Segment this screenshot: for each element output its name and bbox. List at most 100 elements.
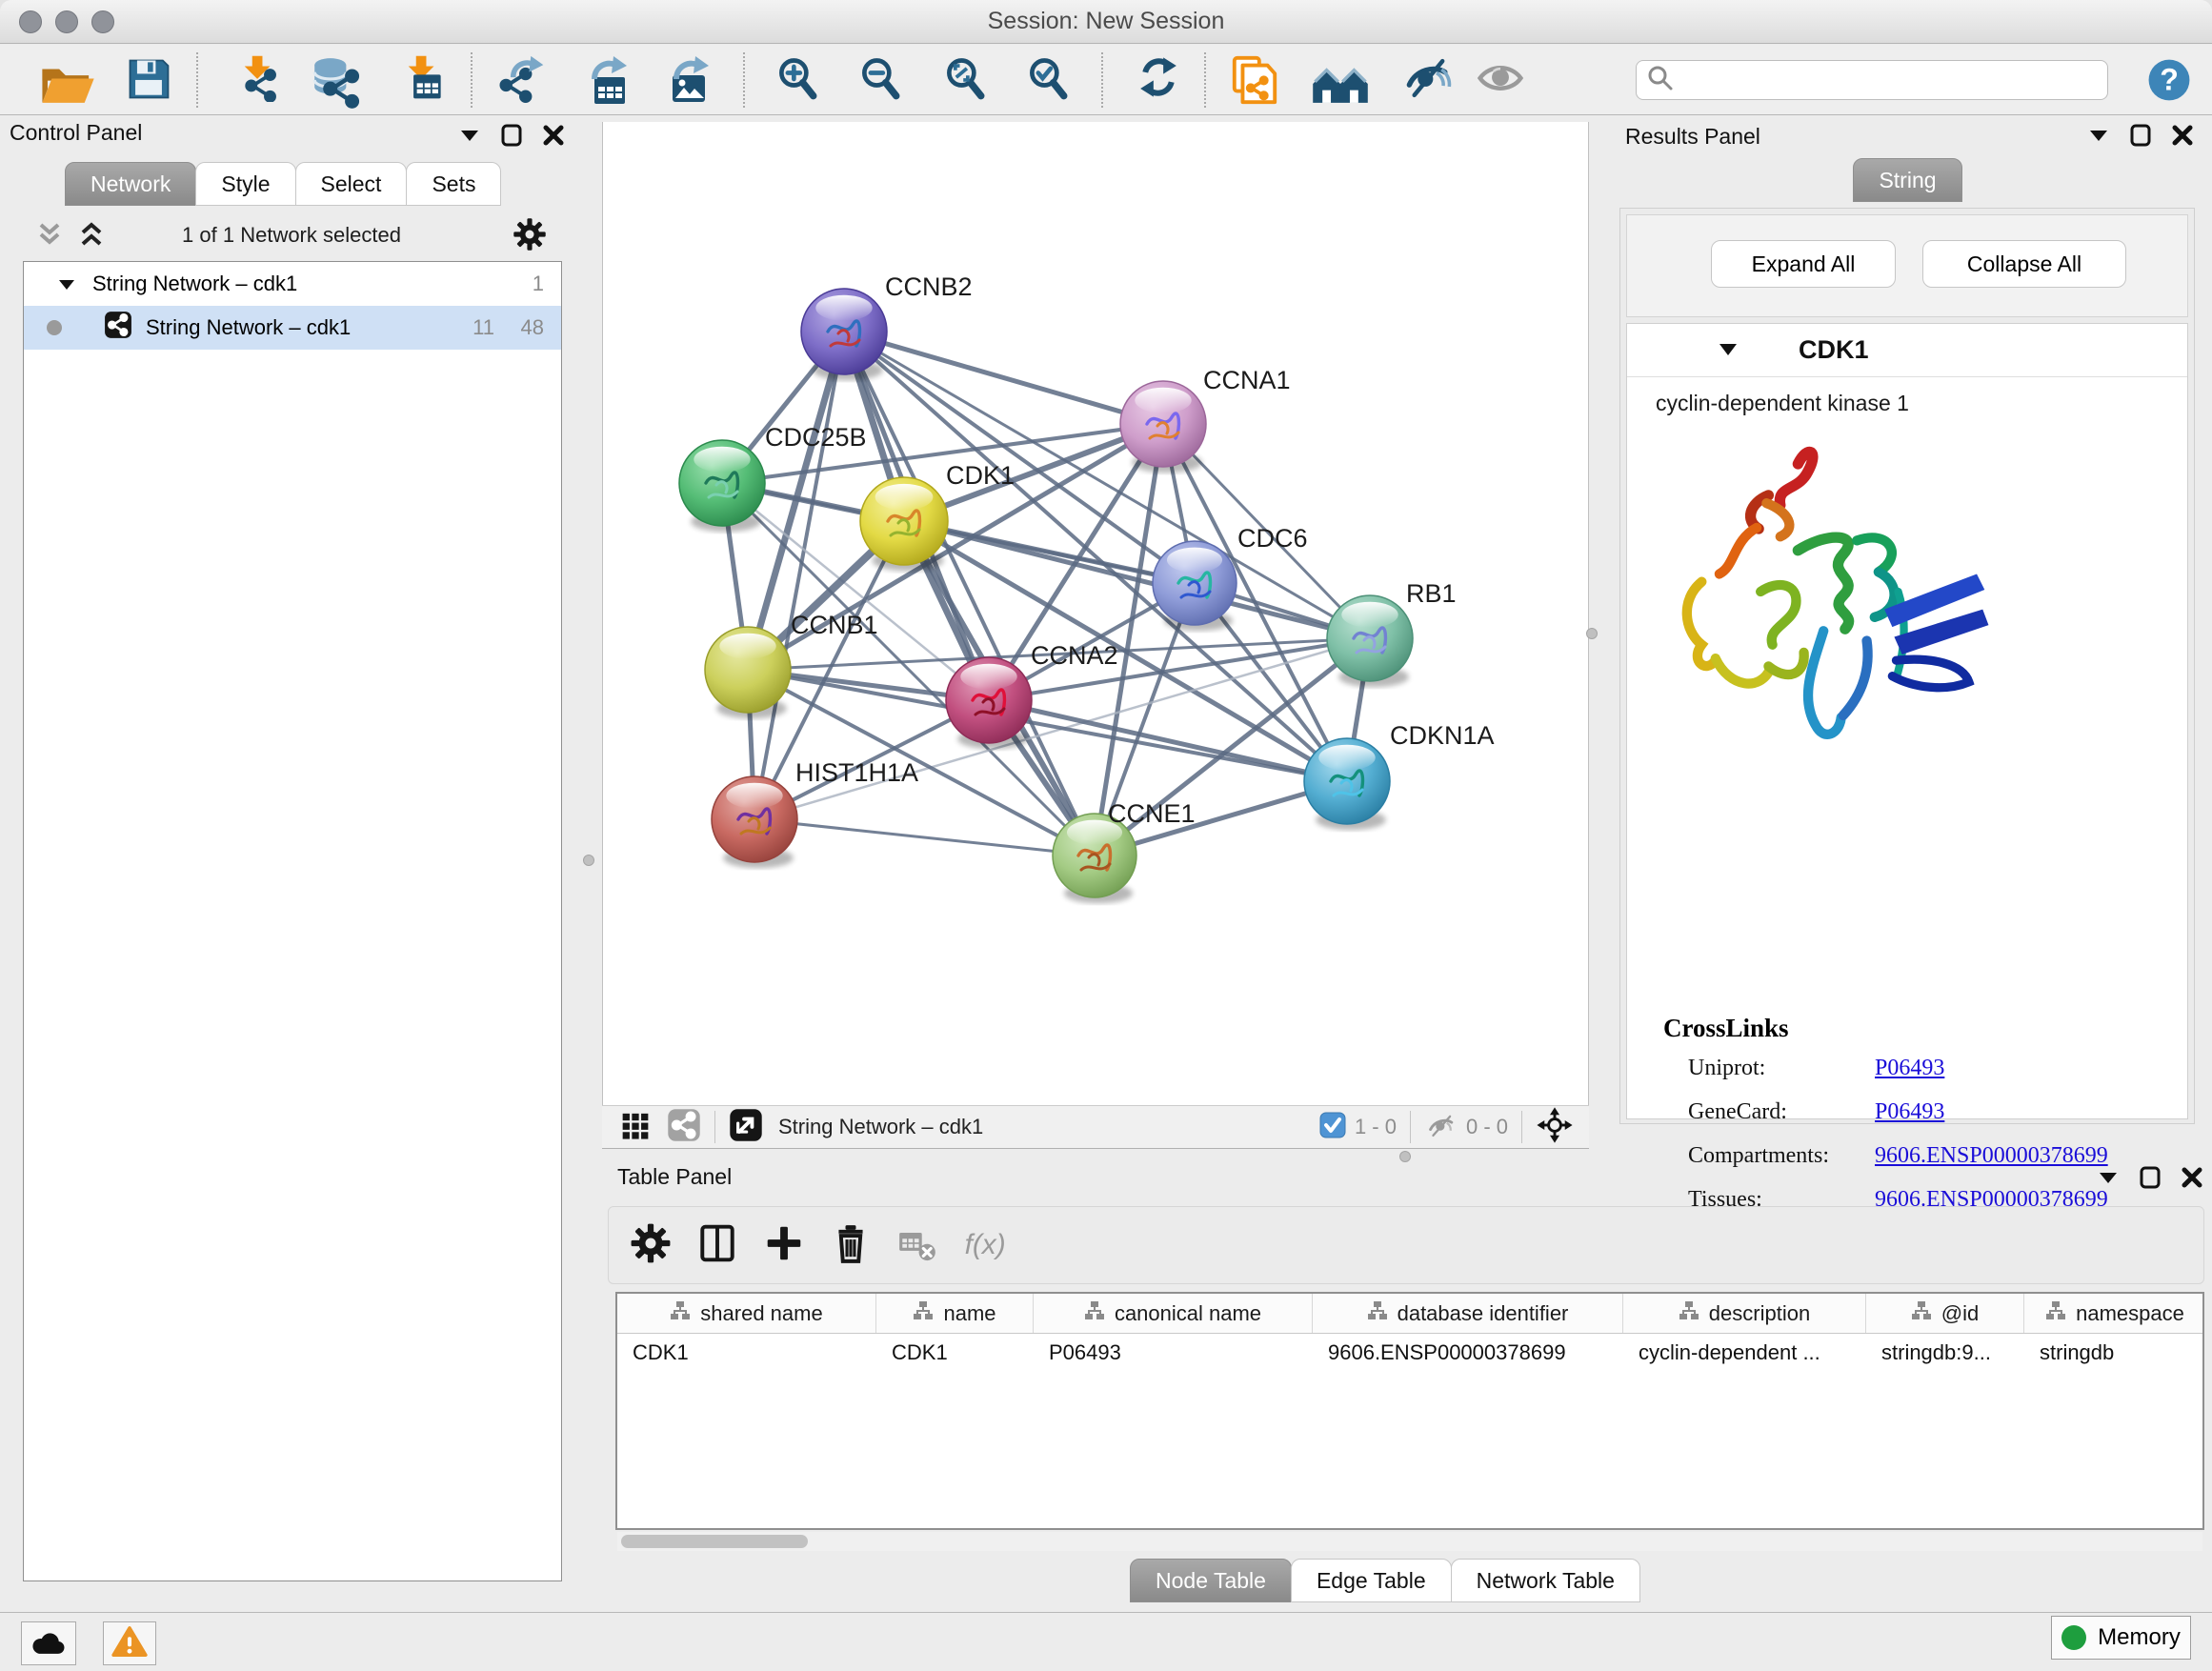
node-CCNB1[interactable]: [705, 627, 791, 718]
table-cell[interactable]: cyclin-dependent ...: [1623, 1334, 1866, 1372]
table-gear-icon[interactable]: [630, 1222, 672, 1269]
node-CDC25B[interactable]: [679, 440, 765, 532]
float-panel-icon[interactable]: [2140, 1166, 2161, 1189]
refresh-network-button[interactable]: [1136, 54, 1181, 108]
string-home-button[interactable]: [1311, 54, 1370, 108]
network-canvas[interactable]: CCNB2CCNA1CDC25BCDK1CDC6RB1CCNB1CCNA2CDK…: [602, 122, 1589, 1105]
copy-network-button[interactable]: [1229, 54, 1280, 108]
table-cell[interactable]: 9606.ENSP00000378699: [1313, 1334, 1623, 1372]
save-session-button[interactable]: [124, 54, 173, 108]
node-HIST1H1A[interactable]: [712, 776, 797, 868]
network-options-gear-icon[interactable]: [513, 217, 547, 256]
edge-CCNB2-HIST1H1A[interactable]: [754, 332, 844, 819]
help-button[interactable]: ?: [2145, 56, 2193, 109]
collapse-panel-icon[interactable]: [459, 129, 480, 142]
search-input[interactable]: [1682, 68, 2107, 92]
network-view-icon[interactable]: [667, 1108, 701, 1147]
export-table-button[interactable]: [577, 54, 631, 108]
node-CCNA1[interactable]: [1120, 381, 1206, 473]
close-panel-icon[interactable]: [543, 125, 564, 146]
node-label-CDC6: CDC6: [1237, 524, 1308, 553]
open-session-button[interactable]: [38, 54, 97, 108]
close-panel-icon[interactable]: [2172, 125, 2193, 146]
zoom-out-button[interactable]: [856, 54, 906, 108]
scrollbar-thumb[interactable]: [621, 1535, 808, 1548]
table-cell[interactable]: stringdb: [2024, 1334, 2204, 1372]
column-header-namespace[interactable]: namespace: [2024, 1294, 2204, 1333]
collection-count: 1: [533, 272, 544, 296]
memory-button[interactable]: Memory: [2051, 1616, 2191, 1660]
column-header-shared-name[interactable]: shared name: [617, 1294, 876, 1333]
show-all-button[interactable]: [1477, 54, 1524, 108]
column-header-description[interactable]: description: [1623, 1294, 1866, 1333]
right-splitter-handle[interactable]: [1586, 628, 1598, 639]
node-count: 11: [473, 315, 494, 340]
table-cell[interactable]: CDK1: [617, 1334, 876, 1372]
collapse-panel-icon[interactable]: [2088, 129, 2109, 142]
network-row-selected[interactable]: String Network – cdk1 11 48: [24, 306, 561, 350]
tab-sets[interactable]: Sets: [406, 162, 501, 206]
export-network-button[interactable]: [497, 54, 547, 108]
import-network-from-database-button[interactable]: [309, 54, 364, 108]
gene-collapse-icon[interactable]: [1719, 343, 1738, 361]
import-network-button[interactable]: [234, 54, 282, 108]
import-table-button[interactable]: [398, 54, 446, 108]
column-header-database-identifier[interactable]: database identifier: [1313, 1294, 1623, 1333]
zoom-selected-button[interactable]: [1024, 54, 1074, 108]
collapse-all-button[interactable]: Collapse All: [1922, 240, 2126, 288]
table-row[interactable]: CDK1CDK1P064939606.ENSP00000378699cyclin…: [617, 1334, 2202, 1372]
float-panel-icon[interactable]: [501, 124, 522, 147]
tab-edge-table[interactable]: Edge Table: [1291, 1559, 1452, 1602]
left-splitter-handle[interactable]: [583, 855, 594, 866]
split-columns-icon[interactable]: [696, 1222, 738, 1269]
node-CDKN1A[interactable]: [1304, 738, 1390, 830]
export-image-button[interactable]: [659, 54, 713, 108]
edge-CCNB2-CCNA1[interactable]: [844, 332, 1163, 424]
network-collection-row[interactable]: String Network – cdk1 1: [24, 262, 561, 306]
hidden-eye-icon[interactable]: [1424, 1110, 1458, 1145]
expand-all-button[interactable]: Expand All: [1711, 240, 1896, 288]
delete-table-icon: [896, 1222, 938, 1269]
tab-select[interactable]: Select: [295, 162, 408, 206]
collapse-panel-icon[interactable]: [2098, 1171, 2119, 1184]
gene-header-row[interactable]: CDK1: [1627, 324, 2187, 377]
table-cell[interactable]: P06493: [1034, 1334, 1313, 1372]
birdseye-grid-icon[interactable]: [619, 1109, 652, 1146]
table-horizontal-scrollbar[interactable]: [617, 1532, 2202, 1551]
add-column-icon[interactable]: [763, 1222, 805, 1269]
tab-node-table[interactable]: Node Table: [1130, 1559, 1292, 1602]
selected-checkbox-icon[interactable]: [1318, 1111, 1347, 1144]
crosslink-row: Uniprot:P06493: [1688, 1056, 2183, 1097]
table-cell[interactable]: CDK1: [876, 1334, 1034, 1372]
zoom-in-button[interactable]: [774, 54, 823, 108]
edge-HIST1H1A-CCNE1[interactable]: [754, 819, 1095, 856]
close-panel-icon[interactable]: [2182, 1167, 2202, 1188]
node-RB1[interactable]: [1327, 595, 1413, 687]
crosslink-link[interactable]: P06493: [1875, 1099, 1944, 1124]
tab-style[interactable]: Style: [195, 162, 295, 206]
column-header--id[interactable]: @id: [1866, 1294, 2024, 1333]
zoom-fit-button[interactable]: [941, 54, 991, 108]
warning-status-button[interactable]: [103, 1621, 156, 1665]
column-header-canonical-name[interactable]: canonical name: [1034, 1294, 1313, 1333]
tree-expand-icon[interactable]: [58, 272, 75, 296]
crosslink-link[interactable]: P06493: [1875, 1056, 1944, 1080]
detach-view-icon[interactable]: [729, 1108, 763, 1147]
column-label: @id: [1941, 1301, 1979, 1326]
node-CDK1[interactable]: [860, 477, 948, 571]
tab-network[interactable]: Network: [65, 162, 196, 206]
tab-network-table[interactable]: Network Table: [1451, 1559, 1640, 1602]
column-header-name[interactable]: name: [876, 1294, 1034, 1333]
bottom-splitter-handle[interactable]: [1399, 1151, 1411, 1162]
table-cell[interactable]: stringdb:9...: [1866, 1334, 2024, 1372]
tab-string[interactable]: String: [1853, 158, 1961, 202]
cloud-status-button[interactable]: [21, 1621, 76, 1665]
float-panel-icon[interactable]: [2130, 124, 2151, 147]
hide-selected-button[interactable]: [1404, 54, 1452, 108]
pan-crosshair-icon[interactable]: [1536, 1106, 1574, 1149]
node-label-CCNE1: CCNE1: [1108, 799, 1196, 828]
node-CCNA2[interactable]: [946, 657, 1032, 749]
collection-label: String Network – cdk1: [92, 272, 297, 296]
delete-column-icon[interactable]: [830, 1222, 872, 1269]
column-type-icon: [1679, 1300, 1699, 1327]
